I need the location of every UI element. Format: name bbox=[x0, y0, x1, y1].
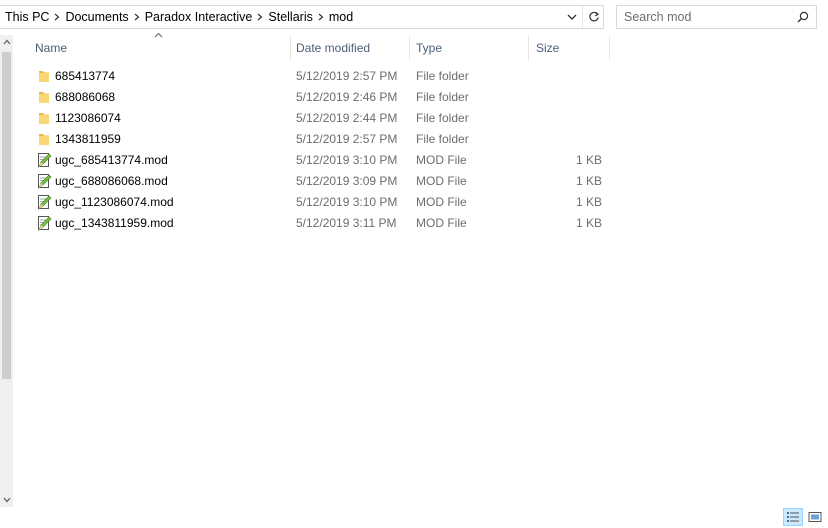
file-name: ugc_688086068.mod bbox=[55, 174, 168, 188]
breadcrumb-mod[interactable]: mod bbox=[329, 10, 353, 24]
folder-icon bbox=[36, 68, 52, 84]
chevron-down-icon bbox=[567, 14, 577, 20]
file-row-folder[interactable]: 1343811959 5/12/2019 2:57 PM File folder bbox=[28, 129, 628, 150]
folder-icon bbox=[36, 131, 52, 147]
search-icon bbox=[797, 11, 809, 23]
column-size-label: Size bbox=[536, 41, 560, 55]
file-row-folder[interactable]: 1123086074 5/12/2019 2:44 PM File folder bbox=[28, 108, 628, 129]
file-name: ugc_685413774.mod bbox=[55, 153, 168, 167]
column-header-name[interactable]: Name bbox=[28, 36, 290, 60]
refresh-button[interactable] bbox=[582, 6, 604, 28]
column-date-label: Date modified bbox=[296, 41, 371, 55]
details-view-button[interactable] bbox=[783, 508, 803, 526]
breadcrumb: This PC Documents Paradox Interactive St… bbox=[5, 6, 353, 28]
file-name: ugc_1123086074.mod bbox=[55, 195, 174, 209]
file-name: 1343811959 bbox=[55, 132, 121, 146]
chevron-right-icon[interactable] bbox=[129, 12, 145, 23]
large-icons-view-icon bbox=[808, 512, 822, 522]
breadcrumb-documents[interactable]: Documents bbox=[65, 10, 128, 24]
address-bar[interactable]: This PC Documents Paradox Interactive St… bbox=[0, 5, 604, 29]
file-name: 688086068 bbox=[55, 90, 116, 104]
breadcrumb-stellaris[interactable]: Stellaris bbox=[268, 10, 312, 24]
file-size: 1 KB bbox=[575, 153, 602, 167]
file-size bbox=[530, 87, 602, 108]
file-name: 685413774 bbox=[55, 69, 116, 83]
file-date: 5/12/2019 3:10 PM bbox=[296, 153, 398, 167]
file-type: MOD File bbox=[416, 174, 467, 188]
chevron-right-icon[interactable] bbox=[252, 12, 268, 23]
column-name-label: Name bbox=[35, 41, 68, 55]
file-size: 1 KB bbox=[575, 195, 602, 209]
file-row-mod[interactable]: ugc_685413774.mod 5/12/2019 3:10 PM MOD … bbox=[28, 150, 628, 171]
breadcrumb-paradox-interactive[interactable]: Paradox Interactive bbox=[145, 10, 253, 24]
chevron-up-icon bbox=[3, 39, 10, 45]
chevron-right-icon[interactable] bbox=[49, 12, 65, 23]
file-row-mod[interactable]: ugc_1123086074.mod 5/12/2019 3:10 PM MOD… bbox=[28, 192, 628, 213]
file-date: 5/12/2019 2:57 PM bbox=[296, 69, 398, 83]
folder-icon bbox=[36, 89, 52, 105]
file-date: 5/12/2019 2:44 PM bbox=[296, 111, 398, 125]
scroll-down-button[interactable] bbox=[0, 493, 13, 507]
file-type: File folder bbox=[416, 69, 469, 83]
file-date: 5/12/2019 3:10 PM bbox=[296, 195, 398, 209]
file-row-mod[interactable]: ugc_1343811959.mod 5/12/2019 3:11 PM MOD… bbox=[28, 213, 628, 234]
mod-file-icon bbox=[36, 152, 52, 168]
file-date: 5/12/2019 2:57 PM bbox=[296, 132, 398, 146]
details-view-icon bbox=[787, 512, 799, 522]
refresh-icon bbox=[588, 11, 599, 22]
file-type: File folder bbox=[416, 90, 469, 104]
search-button[interactable] bbox=[794, 6, 812, 28]
file-type: File folder bbox=[416, 111, 469, 125]
sort-ascending-icon bbox=[154, 32, 163, 38]
file-type: MOD File bbox=[416, 216, 467, 230]
file-date: 5/12/2019 3:11 PM bbox=[296, 216, 397, 230]
search-box bbox=[616, 5, 817, 29]
file-date: 5/12/2019 2:46 PM bbox=[296, 90, 398, 104]
column-header-size[interactable]: Size bbox=[529, 36, 609, 60]
mod-file-icon bbox=[36, 194, 52, 210]
file-size bbox=[530, 108, 602, 129]
vertical-scrollbar[interactable] bbox=[0, 35, 13, 507]
column-header-date[interactable]: Date modified bbox=[289, 36, 410, 60]
file-type: File folder bbox=[416, 132, 469, 146]
breadcrumb-this-pc[interactable]: This PC bbox=[5, 10, 49, 24]
file-type: MOD File bbox=[416, 195, 467, 209]
file-size: 1 KB bbox=[575, 174, 602, 188]
folder-icon bbox=[36, 110, 52, 126]
file-row-mod[interactable]: ugc_688086068.mod 5/12/2019 3:09 PM MOD … bbox=[28, 171, 628, 192]
scroll-up-button[interactable] bbox=[0, 35, 13, 49]
address-dropdown-button[interactable] bbox=[563, 6, 581, 28]
file-row-folder[interactable]: 685413774 5/12/2019 2:57 PM File folder bbox=[28, 66, 628, 87]
file-name: ugc_1343811959.mod bbox=[55, 216, 174, 230]
mod-file-icon bbox=[36, 173, 52, 189]
chevron-right-icon[interactable] bbox=[313, 12, 329, 23]
scrollbar-thumb[interactable] bbox=[2, 52, 11, 379]
file-size bbox=[530, 129, 602, 150]
chevron-down-icon bbox=[3, 497, 10, 503]
column-divider[interactable] bbox=[609, 36, 610, 60]
column-header-type[interactable]: Type bbox=[409, 36, 529, 60]
large-icons-view-button[interactable] bbox=[805, 508, 825, 526]
column-type-label: Type bbox=[416, 41, 443, 55]
file-row-folder[interactable]: 688086068 5/12/2019 2:46 PM File folder bbox=[28, 87, 628, 108]
file-size: 1 KB bbox=[575, 216, 602, 230]
search-input[interactable] bbox=[617, 6, 799, 28]
file-name: 1123086074 bbox=[55, 111, 121, 125]
file-type: MOD File bbox=[416, 153, 467, 167]
file-size bbox=[530, 66, 602, 87]
mod-file-icon bbox=[36, 215, 52, 231]
file-date: 5/12/2019 3:09 PM bbox=[296, 174, 398, 188]
